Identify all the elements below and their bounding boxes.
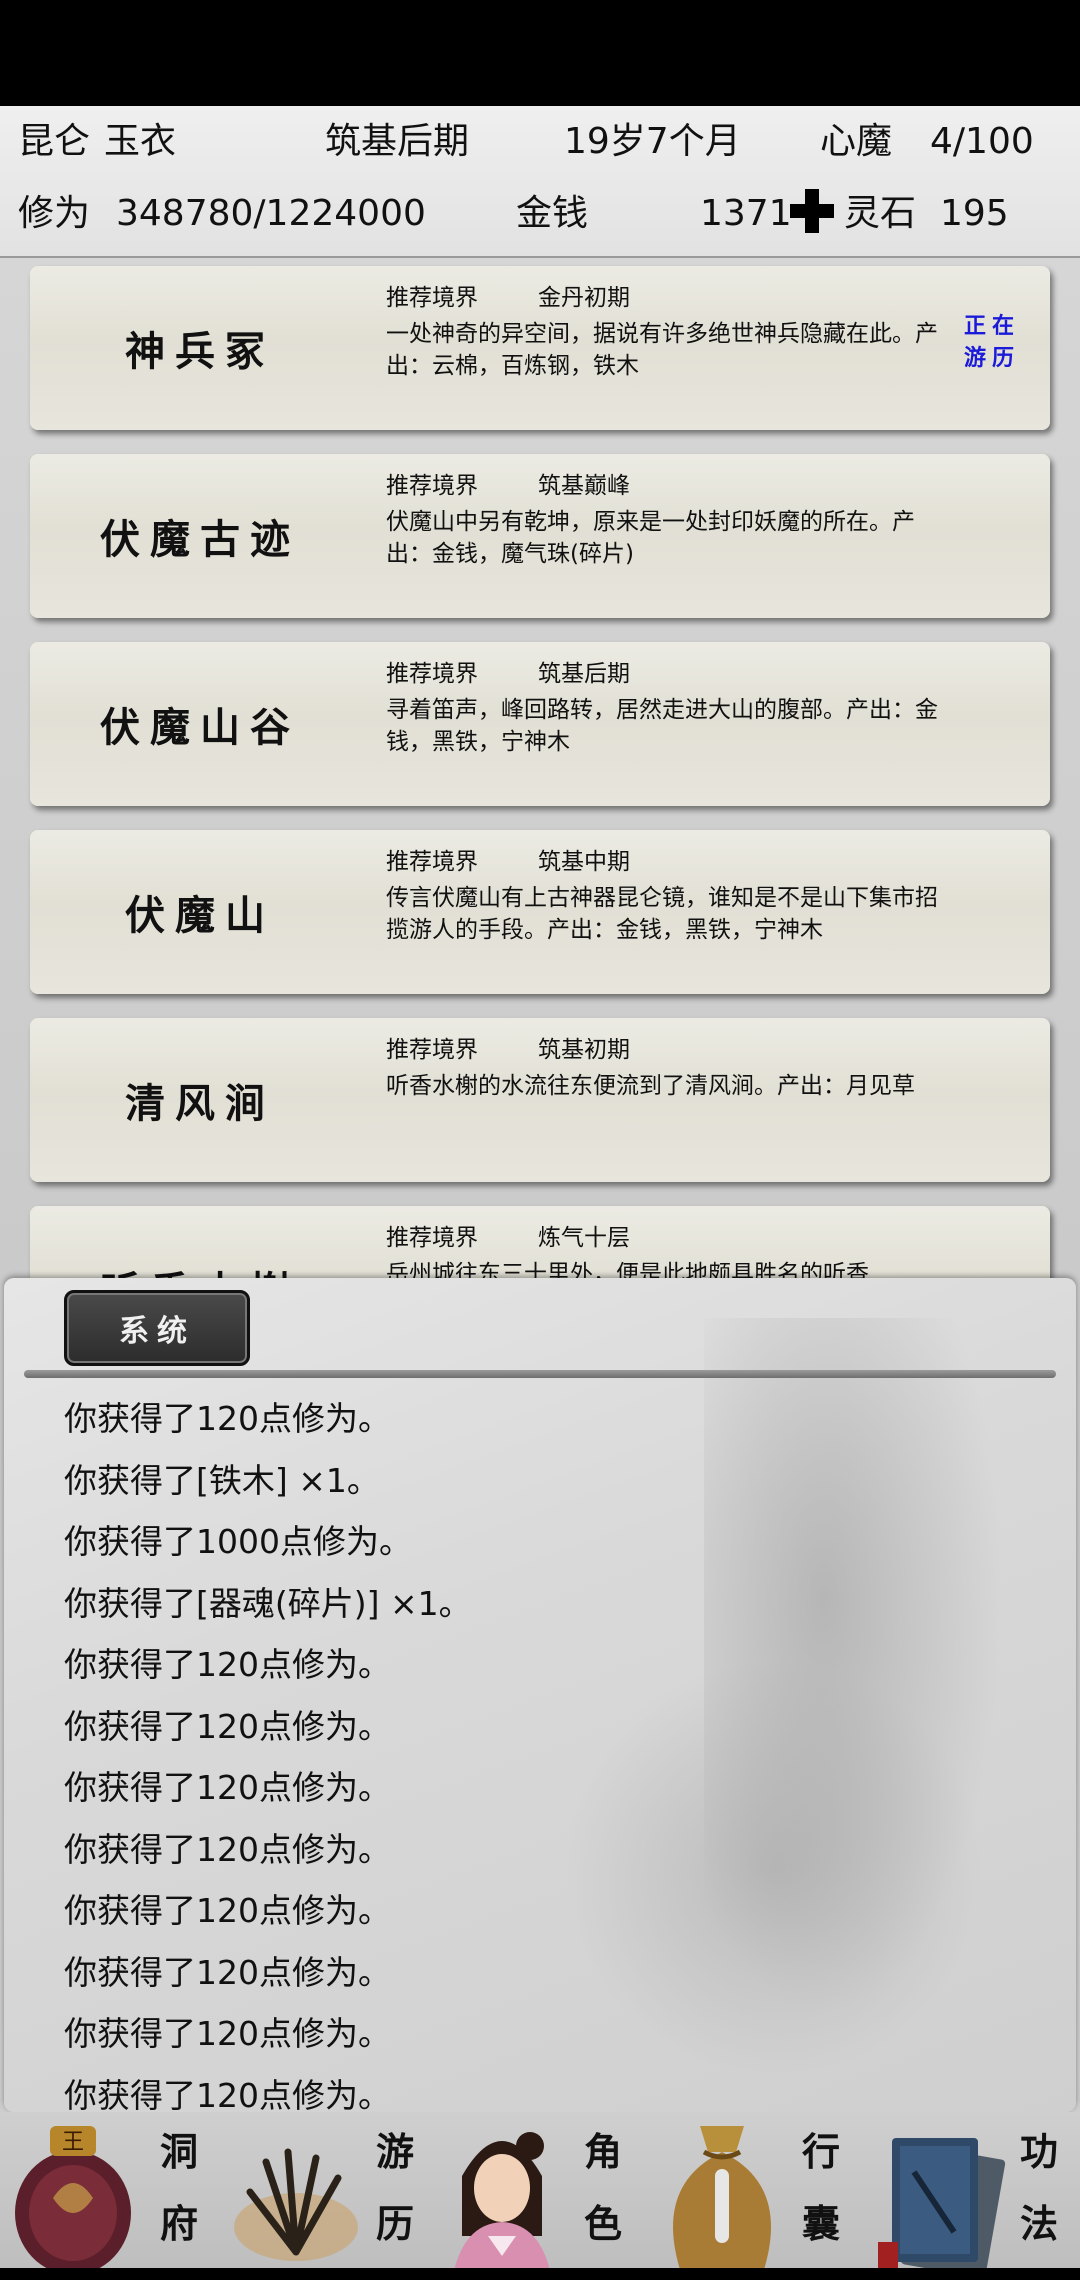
log-entry: 你获得了120点修为。 bbox=[64, 1645, 391, 1684]
log-entry: 你获得了[器魂(碎片)] ×1。 bbox=[64, 1583, 472, 1623]
location-description: 寻着笛声，峰回路转，居然走进大山的腹部。产出：金钱，黑铁，宁神木 bbox=[386, 697, 938, 755]
location-description: 听香水榭的水流往东便流到了清风涧。产出：月见草 bbox=[386, 1073, 915, 1099]
recommended-realm-value: 筑基巅峰 bbox=[538, 473, 630, 499]
scroll-books-icon bbox=[878, 2138, 1006, 2278]
log-entry: 你获得了120点修为。 bbox=[64, 1952, 391, 1992]
location-title: 伏魔古迹 bbox=[100, 516, 300, 563]
recommended-realm-label: 推荐境界 bbox=[386, 1225, 478, 1251]
player-age: 19岁7个月 bbox=[564, 121, 741, 162]
recommended-realm-label: 推荐境界 bbox=[386, 661, 478, 687]
recommended-realm-value: 金丹初期 bbox=[538, 285, 630, 311]
nav-label: 囊 bbox=[801, 2201, 840, 2246]
location-description: 伏魔山中另有乾坤，原来是一处封印妖魔的所在。产出：金钱，魔气珠(碎片) bbox=[386, 509, 915, 567]
nav-bag[interactable]: 行 囊 bbox=[648, 2112, 864, 2280]
recommended-realm-value: 炼气十层 bbox=[538, 1225, 630, 1251]
player-status-header: 昆仑 玉衣 筑基后期 19岁7个月 心魔 4/100 修为 348780/122… bbox=[0, 106, 1080, 258]
system-log-list: 你获得了120点修为。 你获得了[铁木] ×1。 你获得了1000点修为。 你获… bbox=[64, 1388, 1044, 2112]
nav-label: 行 bbox=[801, 2129, 840, 2174]
demon-value: 4/100 bbox=[930, 121, 1034, 162]
location-card-fumoshangu[interactable]: 伏魔山谷 推荐境界 筑基后期 寻着笛声，峰回路转，居然走进大山的腹部。产出：金钱… bbox=[30, 642, 1050, 806]
recommended-realm-label: 推荐境界 bbox=[386, 473, 478, 499]
nav-label: 洞 bbox=[159, 2129, 198, 2174]
recommended-realm-value: 筑基初期 bbox=[538, 1037, 630, 1063]
grass-tuft-icon bbox=[234, 2148, 358, 2261]
cultivation-value: 348780/1224000 bbox=[116, 193, 426, 234]
nav-label: 角 bbox=[583, 2129, 622, 2174]
cauldron-icon: 王 bbox=[15, 2126, 131, 2275]
money-label: 金钱 bbox=[516, 193, 589, 234]
location-description: 传言伏魔山有上古神器昆仑镜，谁知是不是山下集市招揽游人的手段。产出：金钱，黑铁，… bbox=[386, 885, 938, 943]
stone-value: 195 bbox=[940, 193, 1009, 234]
location-list[interactable]: 神兵冢 推荐境界 金丹初期 一处神奇的异空间，据说有许多绝世神兵隐藏在此。产出：… bbox=[0, 258, 1080, 1278]
plus-icon bbox=[790, 189, 834, 233]
player-name: 玉衣 bbox=[104, 121, 177, 162]
location-card-fumoguji[interactable]: 伏魔古迹 推荐境界 筑基巅峰 伏魔山中另有乾坤，原来是一处封印妖魔的所在。产出：… bbox=[30, 454, 1050, 618]
location-description: 岳州城往东三十里外，便是此地颇具胜名的听香 bbox=[386, 1261, 869, 1278]
panel-divider bbox=[24, 1370, 1056, 1378]
stone-label: 灵石 bbox=[844, 193, 917, 234]
log-entry: 你获得了120点修为。 bbox=[64, 1399, 391, 1438]
log-entry: 你获得了120点修为。 bbox=[64, 1706, 391, 1746]
nav-cave-dwelling[interactable]: 王 洞 府 bbox=[0, 2112, 216, 2280]
location-description: 一处神奇的异空间，据说有许多绝世神兵隐藏在此。产出：云棉，百炼钢，铁木 bbox=[386, 321, 938, 379]
player-realm: 筑基后期 bbox=[325, 121, 470, 162]
status-bar bbox=[0, 0, 1080, 106]
nav-label: 游 bbox=[375, 2129, 414, 2174]
recommended-realm-label: 推荐境界 bbox=[386, 285, 478, 311]
location-card-fumoshan[interactable]: 伏魔山 推荐境界 筑基中期 传言伏魔山有上古神器昆仑镜，谁知是不是山下集市招揽游… bbox=[30, 830, 1050, 994]
location-card-tingxiangshuixie[interactable]: 听香水榭 推荐境界 炼气十层 岳州城往东三十里外，便是此地颇具胜名的听香 bbox=[30, 1206, 1050, 1278]
log-entry: 你获得了[铁木] ×1。 bbox=[64, 1460, 380, 1500]
traveling-badge: 正在游历 bbox=[963, 313, 1020, 371]
nav-skills[interactable]: 功 法 bbox=[864, 2112, 1080, 2280]
nav-travel[interactable]: 游 历 bbox=[216, 2112, 432, 2280]
money-value: 1371 bbox=[700, 193, 792, 234]
location-title: 伏魔山谷 bbox=[100, 704, 300, 751]
location-card-shenbingzhong[interactable]: 神兵冢 推荐境界 金丹初期 一处神奇的异空间，据说有许多绝世神兵隐藏在此。产出：… bbox=[30, 266, 1050, 430]
location-title: 神兵冢 bbox=[125, 328, 275, 375]
recommended-realm-label: 推荐境界 bbox=[386, 849, 478, 875]
log-entry: 你获得了120点修为。 bbox=[64, 1891, 391, 1930]
nav-label: 功 bbox=[1019, 2129, 1058, 2174]
location-title: 听香水榭 bbox=[30, 1206, 370, 1278]
bag-icon bbox=[673, 2126, 771, 2276]
system-log-panel[interactable]: 系统 你获得了120点修为。 你获得了[铁木] ×1。 你获得了1000点修为。… bbox=[4, 1278, 1076, 2112]
log-entry: 你获得了120点修为。 bbox=[64, 2075, 391, 2113]
cultivation-label: 修为 bbox=[18, 193, 91, 234]
log-entry: 你获得了120点修为。 bbox=[64, 1768, 391, 1807]
system-tab[interactable]: 系统 bbox=[64, 1290, 250, 1366]
recommended-realm-label: 推荐境界 bbox=[386, 1037, 478, 1063]
location-title: 伏魔山 bbox=[125, 892, 275, 939]
nav-label: 历 bbox=[375, 2201, 414, 2246]
log-entry: 你获得了120点修为。 bbox=[64, 1829, 391, 1869]
log-entry: 你获得了1000点修为。 bbox=[64, 1522, 412, 1561]
location-card-qingfengjian[interactable]: 清风涧 推荐境界 筑基初期 听香水榭的水流往东便流到了清风涧。产出：月见草 bbox=[30, 1018, 1050, 1182]
add-money-button[interactable] bbox=[788, 178, 834, 250]
location-title: 清风涧 bbox=[125, 1080, 275, 1127]
recommended-realm-value: 筑基后期 bbox=[538, 661, 630, 687]
nav-label: 色 bbox=[583, 2201, 622, 2246]
nav-label: 府 bbox=[159, 2201, 198, 2246]
svg-text:王: 王 bbox=[62, 2130, 84, 2155]
nav-character[interactable]: 角 色 bbox=[432, 2112, 648, 2280]
bottom-nav: 王 洞 府 游 历 角 色 行 囊 功 法 bbox=[0, 2112, 1080, 2280]
system-nav-bar bbox=[0, 2268, 1080, 2280]
recommended-realm-value: 筑基中期 bbox=[538, 849, 630, 875]
player-sect: 昆仑 bbox=[18, 121, 91, 162]
log-entry: 你获得了120点修为。 bbox=[64, 2014, 391, 2053]
nav-label: 法 bbox=[1019, 2201, 1058, 2246]
character-portrait-icon bbox=[452, 2132, 552, 2280]
demon-label: 心魔 bbox=[820, 121, 893, 162]
